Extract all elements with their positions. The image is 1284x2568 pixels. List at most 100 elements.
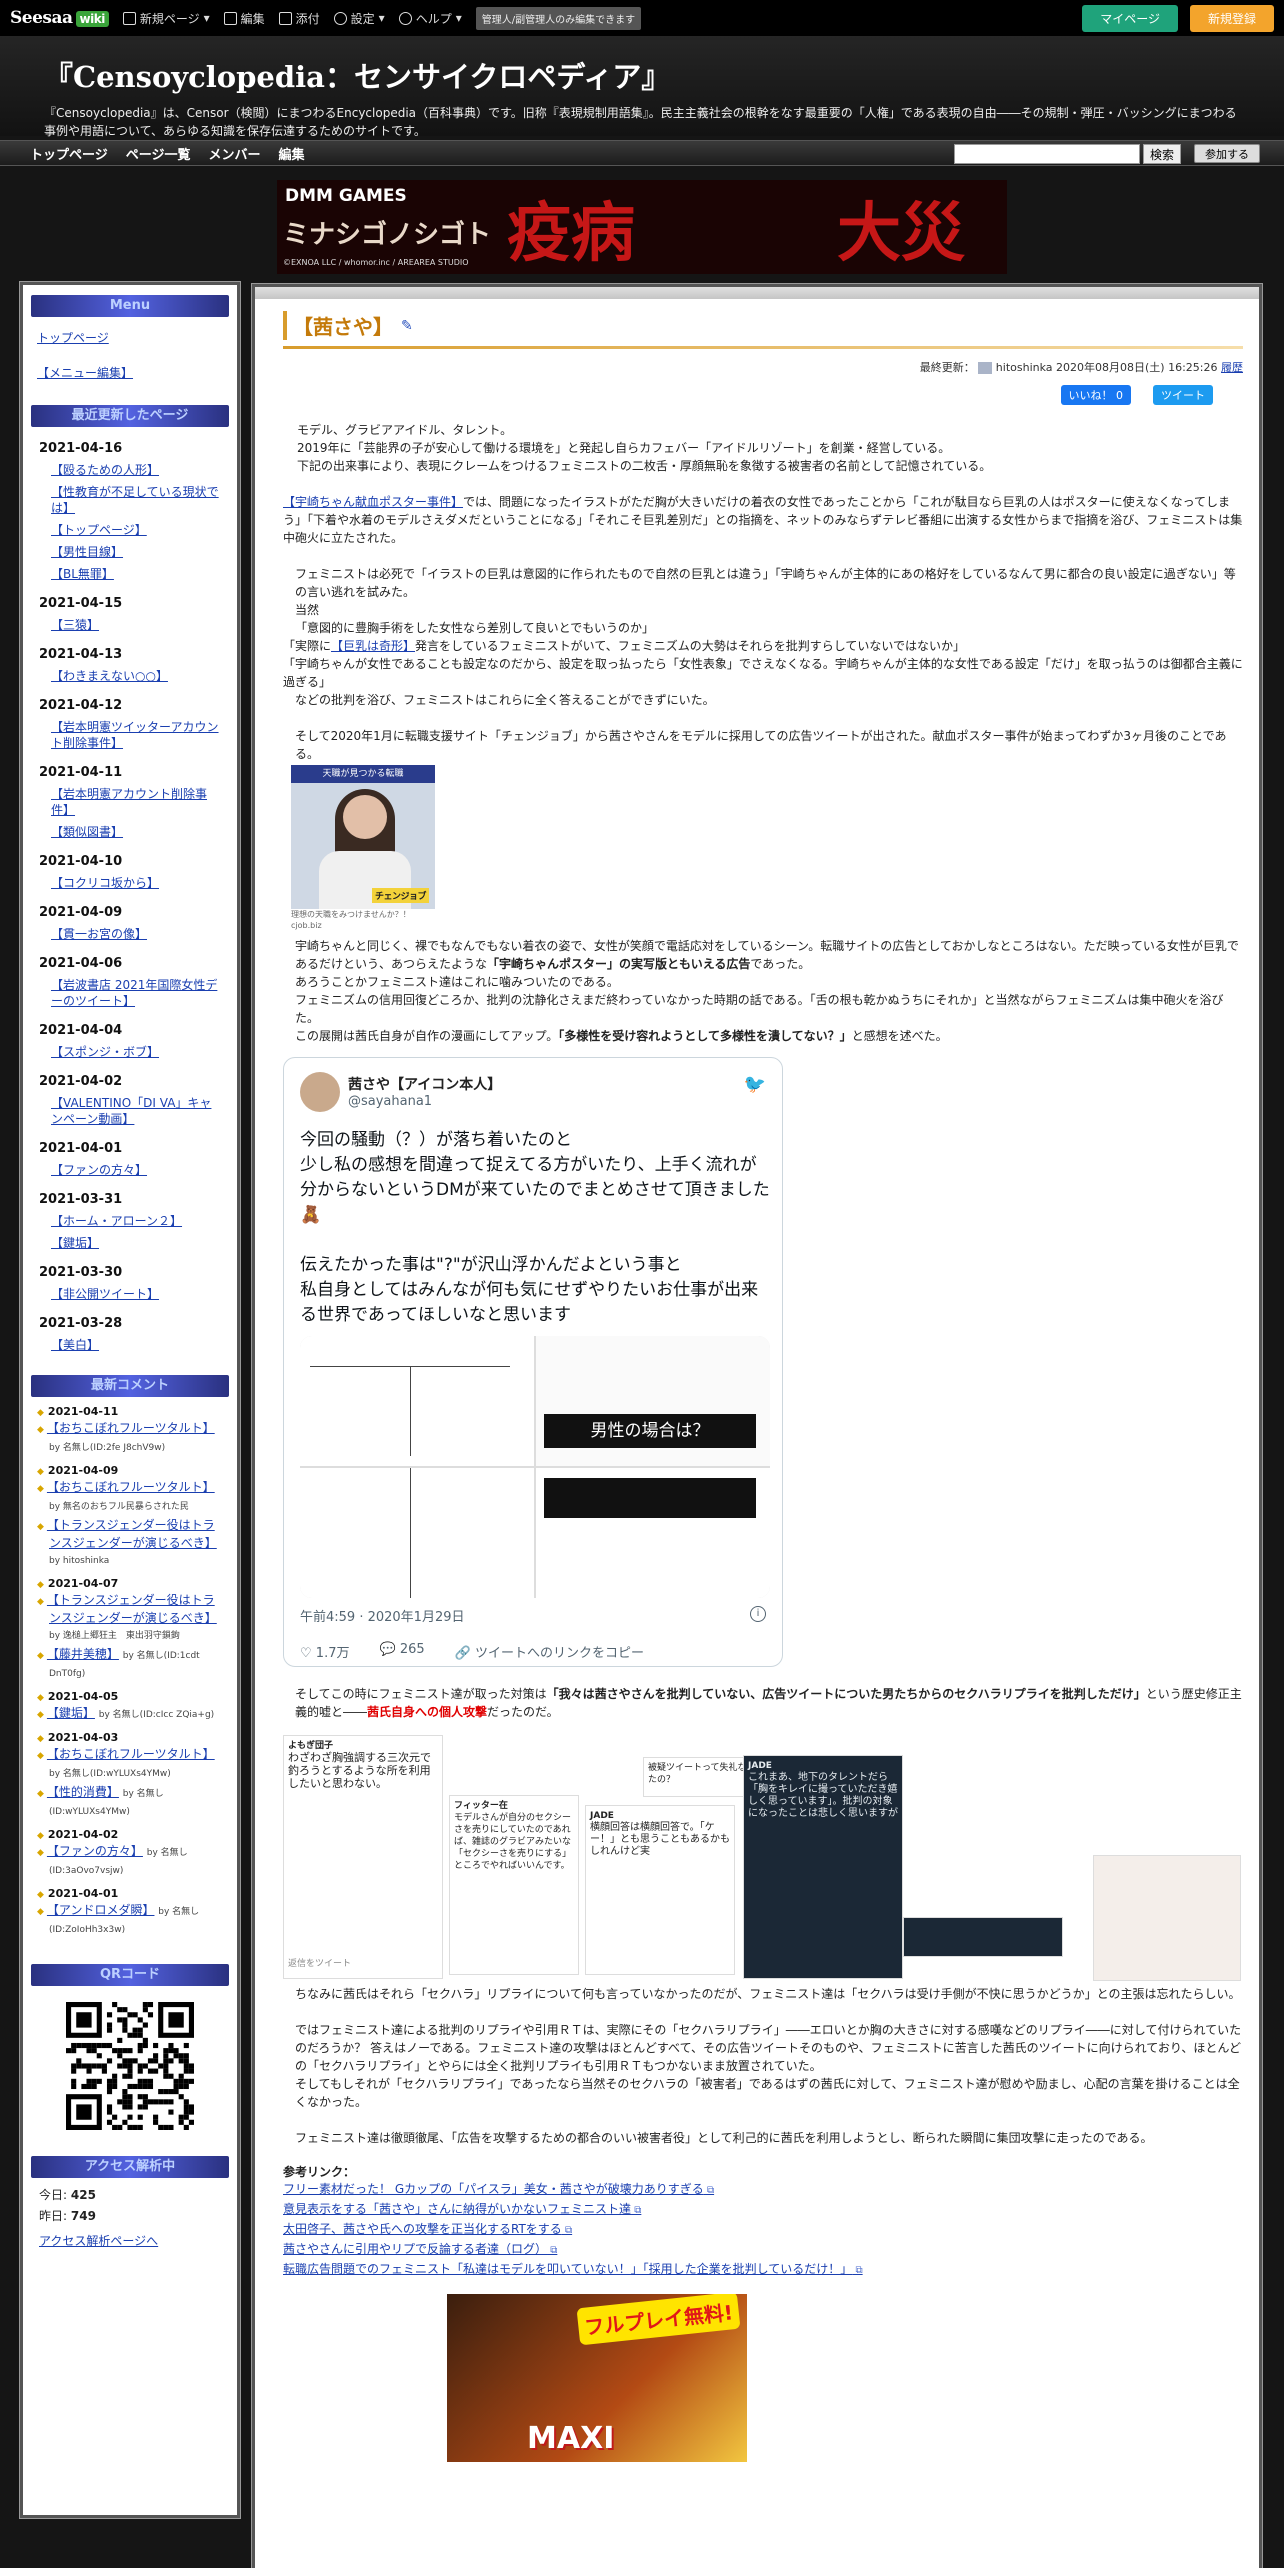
info-icon[interactable]: i xyxy=(750,1606,766,1622)
recent-date: 2021-04-10 xyxy=(39,854,123,869)
comment-date: 2021-04-02 xyxy=(37,1828,223,1841)
recent-page-link[interactable]: 【岩本明憲ツイッターアカウント削除事件】 xyxy=(51,719,221,751)
banner-brand: DMM GAMES xyxy=(285,186,407,206)
qr-code xyxy=(66,2002,194,2130)
intro-block: モデル、グラビアアイドル、タレント。 2019年に「芸能界の子が安心して働ける環… xyxy=(297,423,992,473)
edit-menu[interactable]: 編集 xyxy=(223,10,265,27)
paragraph-9: フェミニスト達は徹頭徹尾、「広告を攻撃するための都合のいい被害者役」として利己的… xyxy=(295,2131,1153,2145)
comment-item: 【鍵垢】 by 名無し(ID:cIcc ZQia+g) xyxy=(47,1705,223,1723)
access-analysis-link[interactable]: アクセス解析ページへ xyxy=(39,2232,221,2249)
copy-link-action[interactable]: 🔗 ツイートへのリンクをコピー xyxy=(455,1642,644,1661)
comment-author: by 名無し(ID:wYLUXs4YMw) xyxy=(49,1769,171,1779)
recent-page-link[interactable]: 【性教育が不足している現状では】 xyxy=(51,484,221,516)
comment-page-link[interactable]: 【アンドロメダ瞬】 xyxy=(47,1903,155,1917)
comment-page-link[interactable]: 【おちこぼれフルーツタルト】 xyxy=(47,1747,215,1761)
tweet-handle[interactable]: @sayahana1 xyxy=(348,1094,432,1109)
banner-kanji-left: 疫病 xyxy=(507,196,635,271)
comment-page-link[interactable]: 【トランスジェンダー役はトランスジェンダーが演じるべき】 xyxy=(47,1593,217,1625)
recent-page-link[interactable]: 【BL無罪】 xyxy=(51,566,221,582)
reply-action[interactable]: 💬 265 xyxy=(379,1642,424,1661)
new-page-menu[interactable]: 新規ページ ▾ xyxy=(122,10,210,27)
recent-page-link[interactable]: 【殴るための人形】 xyxy=(51,462,221,478)
tweet-manga-images[interactable]: 男性の場合は？ xyxy=(300,1336,770,1598)
reference-link-5[interactable]: 転職広告問題でのフェミニスト「私達はモデルを叩いていない！」「採用した企業を批判… xyxy=(283,2260,1243,2280)
recent-page-link[interactable]: 【コクリコ坂から】 xyxy=(51,875,221,891)
recent-page-link[interactable]: 【三猿】 xyxy=(51,617,221,633)
menu-link-top[interactable]: トップページ xyxy=(37,329,223,346)
recent-page-link[interactable]: 【スポンジ・ボブ】 xyxy=(51,1044,221,1060)
comment-page-link[interactable]: 【トランスジェンダー役はトランスジェンダーが演じるべき】 xyxy=(47,1518,217,1550)
signup-button[interactable]: 新規登録 xyxy=(1189,4,1274,32)
embedded-tweet[interactable]: 茜さや【アイコン本人】 @sayahana1 🐦 今回の騒動（？）が落ち着いたの… xyxy=(283,1057,783,1667)
seesaa-wiki-logo[interactable]: Seesaa wiki xyxy=(10,8,109,28)
twitter-bird-icon[interactable]: 🐦 xyxy=(744,1074,766,1095)
recent-page-link[interactable]: 【VALENTINO「DI VA」キャンペーン動画】 xyxy=(51,1095,221,1127)
reference-link-2[interactable]: 意見表示をする「茜さや」さんに納得がいかないフェミニスト達 xyxy=(283,2200,1243,2220)
comment-page-link[interactable]: 【藤井美穂】 xyxy=(47,1647,119,1661)
reference-link-3[interactable]: 太田啓子、茜さや氏への攻撃を正当化するRTをする xyxy=(283,2220,1243,2240)
recent-page-link[interactable]: 【わきまえない○○】 xyxy=(51,668,221,684)
nav-edit[interactable]: 編集 xyxy=(279,144,305,163)
collage-photo xyxy=(1093,1855,1241,1981)
menu-link-edit[interactable]: 【メニュー編集】 xyxy=(37,364,223,381)
recent-page-link[interactable]: 【男性目線】 xyxy=(51,544,221,560)
comment-date: 2021-04-07 xyxy=(37,1577,223,1590)
comments-heading: 最新コメント xyxy=(31,1375,229,1397)
settings-menu[interactable]: 設定 ▾ xyxy=(333,10,385,27)
search-button[interactable]: 検索 xyxy=(1143,144,1182,164)
mypage-button[interactable]: マイページ xyxy=(1082,4,1178,32)
recent-date: 2021-04-02 xyxy=(39,1074,123,1089)
banner-copyright: ©EXNOA LLC / whomor.inc / AREAREA STUDIO xyxy=(283,258,469,267)
like-action[interactable]: ♡ 1.7万 xyxy=(300,1642,349,1661)
recent-page-link[interactable]: 【類似図書】 xyxy=(51,824,221,840)
comment-page-link[interactable]: 【おちこぼれフルーツタルト】 xyxy=(47,1480,215,1494)
changejob-ad-image: 天職が見つかる転職 チェンジョブ xyxy=(291,765,435,909)
collage-tweet-5: JADE これまあ、地下のタレントだら「胸をキレイに撮っていただき嬉しく思っていま… xyxy=(743,1755,903,1979)
tweet-author-name[interactable]: 茜さや【アイコン本人】 xyxy=(348,1074,501,1094)
comment-page-link[interactable]: 【おちこぼれフルーツタルト】 xyxy=(47,1421,215,1435)
reference-link-1[interactable]: フリー素材だった！ Gカップの「パイスラ」美女・茜さやが破壊力ありすぎる xyxy=(283,2180,1243,2200)
access-heading: アクセス解析中 xyxy=(31,2156,229,2178)
recent-page-link[interactable]: 【トップページ】 xyxy=(51,522,221,538)
ad-banner[interactable]: DMM GAMES ミナシゴノシゴト ©EXNOA LLC / whomor.i… xyxy=(277,180,1007,274)
link-uzaki-poster[interactable]: 【宇崎ちゃん献血ポスター事件】 xyxy=(283,495,463,509)
comment-page-link[interactable]: 【鍵垢】 xyxy=(47,1706,95,1720)
game-ad-image[interactable]: フルプレイ無料! MAXI xyxy=(447,2294,747,2462)
banner-kanji-right: 大災害 xyxy=(837,196,965,271)
link-kyonyu-kikei[interactable]: 【巨乳は奇形】 xyxy=(331,639,415,653)
facebook-like-button[interactable]: いいね！ 0 xyxy=(1060,385,1131,405)
recent-page-link[interactable]: 【鍵垢】 xyxy=(51,1235,221,1251)
paragraph-8a: ではフェミニスト達による批判のリプライや引用ＲＴは、実際にその「セクハラリプライ… xyxy=(295,2023,1242,2073)
recent-page-link[interactable]: 【岩波書店 2021年国際女性デーのツイート】 xyxy=(51,977,221,1009)
tweet-timestamp[interactable]: 午前4:59 · 2020年1月29日 xyxy=(300,1606,465,1625)
recent-page-link[interactable]: 【美白】 xyxy=(51,1337,221,1353)
comment-page-link[interactable]: 【ファンの方々】 xyxy=(47,1844,143,1858)
nav-top-page[interactable]: トップページ xyxy=(30,144,108,163)
reference-link-4[interactable]: 茜さやさんに引用やリプで反論する者達（ログ） xyxy=(283,2240,1243,2260)
history-link[interactable]: 履歴 xyxy=(1221,361,1243,374)
tweet-button[interactable]: ツイート xyxy=(1153,385,1213,405)
recent-page-link[interactable]: 【非公開ツイート】 xyxy=(51,1286,221,1302)
menu-heading: Menu xyxy=(31,295,229,317)
join-button[interactable]: 参加する xyxy=(1194,144,1260,163)
comment-date: 2021-04-03 xyxy=(37,1731,223,1744)
collage-tweet-1: よもぎ団子 わざわざ胸強調する三次元で釣ろうとするような所を利用したいと思わない。… xyxy=(283,1735,443,1979)
edit-pencil-icon[interactable]: ✎ xyxy=(401,318,413,334)
recent-page-link[interactable]: 【ファンの方々】 xyxy=(51,1162,221,1178)
comment-item: 【ファンの方々】 by 名無し(ID:3aOvo7vsjw) xyxy=(47,1843,223,1879)
attach-menu[interactable]: 添付 xyxy=(278,10,320,27)
site-title[interactable]: 『Censoyclopedia：センサイクロペディア』 xyxy=(44,54,1240,96)
comment-page-link[interactable]: 【性的消費】 xyxy=(47,1785,119,1799)
collage-dark-strip xyxy=(903,1917,1063,1957)
image-icon xyxy=(278,11,292,25)
search-box: 検索 xyxy=(954,144,1182,164)
recent-page-link[interactable]: 【岩本明憲アカウント削除事件】 xyxy=(51,786,221,818)
nav-page-list[interactable]: ページ一覧 xyxy=(126,144,191,163)
help-menu[interactable]: ヘルプ ▾ xyxy=(398,10,462,27)
nav-members[interactable]: メンバー xyxy=(209,144,261,163)
search-input[interactable] xyxy=(954,144,1140,164)
tweet-avatar[interactable] xyxy=(300,1072,340,1112)
tweet-actions: ♡ 1.7万 💬 265 🔗 ツイートへのリンクをコピー xyxy=(300,1642,644,1661)
recent-page-link[interactable]: 【貫一お宮の像】 xyxy=(51,926,221,942)
recent-page-link[interactable]: 【ホーム・アローン２】 xyxy=(51,1213,221,1229)
